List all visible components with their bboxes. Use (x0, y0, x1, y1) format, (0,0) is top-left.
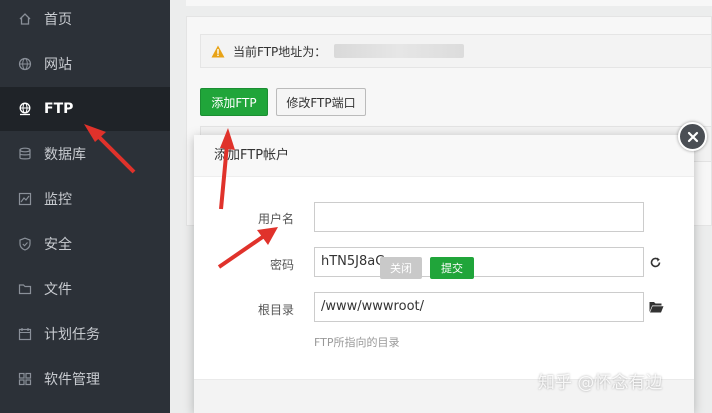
password-label: 密码 (269, 258, 294, 272)
sidebar-item-website[interactable]: 网站 (0, 42, 170, 86)
root-dir-input[interactable]: /www/wwwroot/ (314, 292, 644, 322)
sidebar-item-database[interactable]: 数据库 (0, 132, 170, 176)
root-dir-label: 根目录 (257, 303, 294, 317)
ftp-address-redacted (334, 44, 465, 58)
close-button[interactable]: 关闭 (380, 257, 422, 279)
dialog-title: 添加FTP帐户 (194, 135, 694, 177)
sidebar-item-monitor[interactable]: 监控 (0, 177, 170, 221)
calendar-icon (18, 328, 32, 341)
sidebar-item-label: 安全 (44, 237, 72, 253)
dialog-close-icon[interactable] (678, 122, 707, 151)
top-panel-strip (186, 0, 712, 6)
warning-icon (211, 45, 225, 57)
sidebar-item-files[interactable]: 文件 (0, 267, 170, 311)
sidebar-item-label: 网站 (44, 57, 72, 73)
username-input[interactable] (314, 202, 644, 232)
shield-icon (19, 237, 31, 251)
sidebar-item-ftp[interactable]: FTP (0, 87, 170, 131)
folder-icon (18, 284, 32, 295)
submit-button[interactable]: 提交 (430, 257, 474, 279)
refresh-icon[interactable] (649, 256, 662, 269)
sidebar-item-home[interactable]: 首页 (0, 0, 170, 41)
sidebar: 首页 网站 FTP 数据库 监控 安全 文件 计划任务 软件管理 (0, 0, 170, 413)
password-input[interactable]: hTN5J8aCwr (314, 247, 644, 277)
sidebar-item-label: 文件 (44, 282, 72, 298)
notice-text: 当前FTP地址为： (233, 44, 327, 59)
sidebar-item-label: 软件管理 (44, 372, 100, 388)
grid-apps-icon (18, 372, 32, 386)
sidebar-item-label: 数据库 (44, 147, 86, 163)
sidebar-item-label: FTP (44, 101, 74, 117)
sidebar-item-software[interactable]: 软件管理 (0, 357, 170, 401)
ftp-globe-icon (19, 102, 31, 116)
root-dir-hint: FTP所指向的目录 (314, 336, 400, 349)
username-label: 用户名 (257, 212, 294, 226)
add-ftp-button[interactable]: 添加FTP (200, 88, 268, 116)
database-icon (19, 147, 31, 160)
edit-ftp-port-button[interactable]: 修改FTP端口 (276, 88, 366, 116)
sidebar-item-label: 计划任务 (44, 327, 100, 343)
globe-icon (18, 57, 32, 71)
sidebar-item-label: 监控 (44, 192, 72, 208)
folder-open-icon[interactable] (649, 301, 664, 313)
sidebar-item-security[interactable]: 安全 (0, 222, 170, 266)
ftp-address-notice: 当前FTP地址为： (200, 34, 712, 68)
sidebar-item-cron[interactable]: 计划任务 (0, 312, 170, 356)
monitor-chart-icon (18, 192, 32, 206)
watermark: 知乎 @怀念有边 (538, 373, 663, 393)
home-icon (19, 13, 31, 25)
close-icon (687, 131, 698, 142)
sidebar-item-label: 首页 (44, 12, 72, 28)
